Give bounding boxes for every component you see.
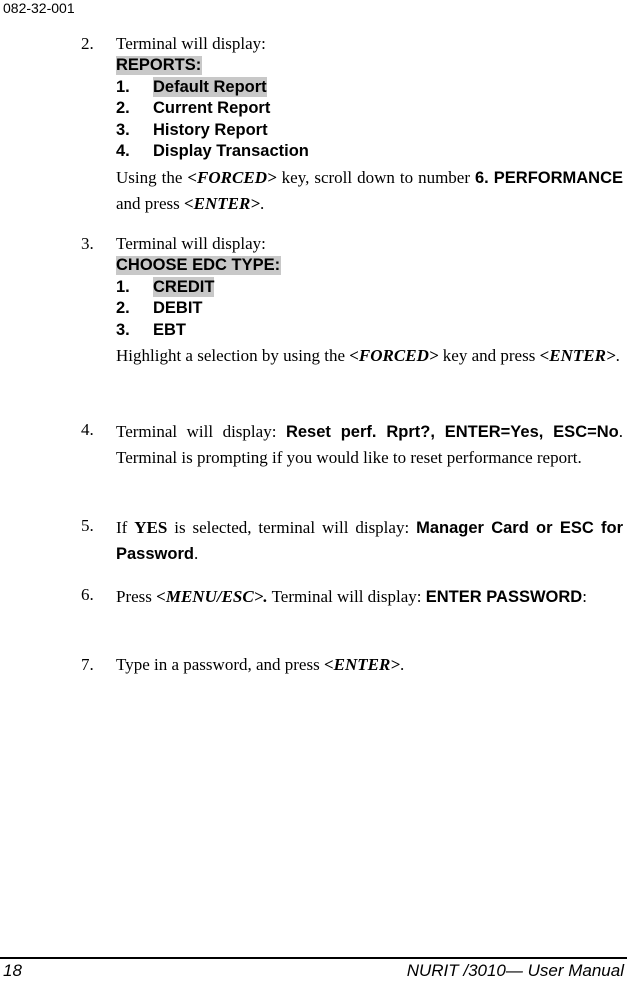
footer-divider xyxy=(0,957,627,959)
option-number: 4. xyxy=(116,142,130,160)
menu-option: 1. CREDIT xyxy=(116,276,623,299)
step-text: If YES is selected, terminal will displa… xyxy=(116,515,623,567)
step-number: 3. xyxy=(81,234,94,253)
key-name: <ENTER> xyxy=(183,193,261,213)
text: . xyxy=(260,193,265,213)
menu-option: 2. DEBIT xyxy=(116,298,623,320)
terminal-screen: REPORTS: 1. Default Report 2. Current Re… xyxy=(116,55,623,163)
page-number: 18 xyxy=(3,961,22,980)
text: . xyxy=(400,655,405,674)
step-text: Terminal will display: Reset perf. Rprt?… xyxy=(116,419,623,471)
key-name: <FORCED> xyxy=(187,167,277,187)
step-number: 2. xyxy=(81,34,94,53)
option-yes: YES xyxy=(134,518,168,537)
key-name: <ENTER> xyxy=(539,346,616,365)
menu-ref: PERFORMANCE xyxy=(493,168,624,187)
option-number: 2. xyxy=(116,299,130,317)
option-label: Current Report xyxy=(153,99,271,117)
text: Using the xyxy=(116,167,188,187)
option-number: 1. xyxy=(116,77,130,96)
step-instruction: Highlight a selection by using the <FORC… xyxy=(116,343,623,369)
option-label: EBT xyxy=(153,320,186,339)
step-7: 7. Type in a password, and press <ENTER>… xyxy=(81,652,623,678)
menu-option: 4. Display Transaction xyxy=(116,141,623,163)
text: Terminal will display: xyxy=(116,422,286,441)
step-number: 5. xyxy=(81,516,94,535)
option-label: Display Transaction xyxy=(153,142,309,160)
manual-title: NURIT /3010— User Manual xyxy=(406,961,624,980)
key-name: <MENU/ESC>. xyxy=(156,587,268,606)
text: Type in a password, and press xyxy=(116,655,324,674)
menu-option: 3. History Report xyxy=(116,120,623,142)
step-number: 6. xyxy=(81,585,94,604)
step-2: 2. Terminal will display: REPORTS: 1. De… xyxy=(81,33,623,217)
text: . xyxy=(615,346,620,365)
step-number: 7. xyxy=(81,655,94,674)
terminal-message: Reset perf. Rprt?, ENTER=Yes, ESC=No xyxy=(285,423,619,441)
step-text: Type in a password, and press <ENTER>. xyxy=(116,652,623,678)
text: is selected, terminal will display: xyxy=(167,518,417,537)
menu-option: 3. EBT xyxy=(116,320,623,342)
step-5: 5. If YES is selected, terminal will dis… xyxy=(81,513,623,567)
option-number: 3. xyxy=(116,320,130,339)
menu-option: 1. Default Report xyxy=(116,76,623,99)
menu-ref: 6. xyxy=(475,168,489,187)
step-6: 6. Press <MENU/ESC>. Terminal will displ… xyxy=(81,584,623,608)
step-3: 3. Terminal will display: CHOOSE EDC TYP… xyxy=(81,233,623,369)
step-text: Press <MENU/ESC>. Terminal will display:… xyxy=(116,586,623,608)
text: Highlight a selection by using the xyxy=(116,346,350,365)
document-id: 082-32-001 xyxy=(3,0,75,16)
text: key, scroll down to number xyxy=(276,167,475,187)
key-name: <ENTER> xyxy=(323,655,401,674)
key-name: <FORCED> xyxy=(349,346,439,365)
text: Press xyxy=(116,587,157,606)
step-intro: Terminal will display: xyxy=(116,34,266,53)
option-number: 1. xyxy=(116,277,130,296)
menu-option: 2. Current Report xyxy=(116,98,623,120)
screen-header: CHOOSE EDC TYPE: xyxy=(116,256,282,275)
text: Terminal will display: xyxy=(267,587,426,606)
option-number: 2. xyxy=(116,99,130,117)
step-intro: Terminal will display: xyxy=(116,234,266,253)
step-4: 4. Terminal will display: Reset perf. Rp… xyxy=(81,417,623,471)
option-label: History Report xyxy=(153,120,268,139)
option-label-highlighted: CREDIT xyxy=(153,276,215,297)
option-label: DEBIT xyxy=(153,299,203,317)
step-number: 4. xyxy=(81,420,94,439)
text: key and press xyxy=(438,346,540,365)
terminal-message: ENTER PASSWORD xyxy=(425,588,583,606)
screen-header: REPORTS: xyxy=(116,56,203,75)
terminal-screen: CHOOSE EDC TYPE: 1. CREDIT 2. DEBIT 3. E… xyxy=(116,255,623,341)
text: : xyxy=(582,587,587,606)
text: . xyxy=(193,544,199,563)
option-number: 3. xyxy=(116,120,130,139)
step-instruction: Using the <FORCED> key, scroll down to n… xyxy=(116,165,623,217)
text: If xyxy=(116,518,135,537)
text: and press xyxy=(116,193,184,213)
option-label-highlighted: Default Report xyxy=(153,76,267,97)
